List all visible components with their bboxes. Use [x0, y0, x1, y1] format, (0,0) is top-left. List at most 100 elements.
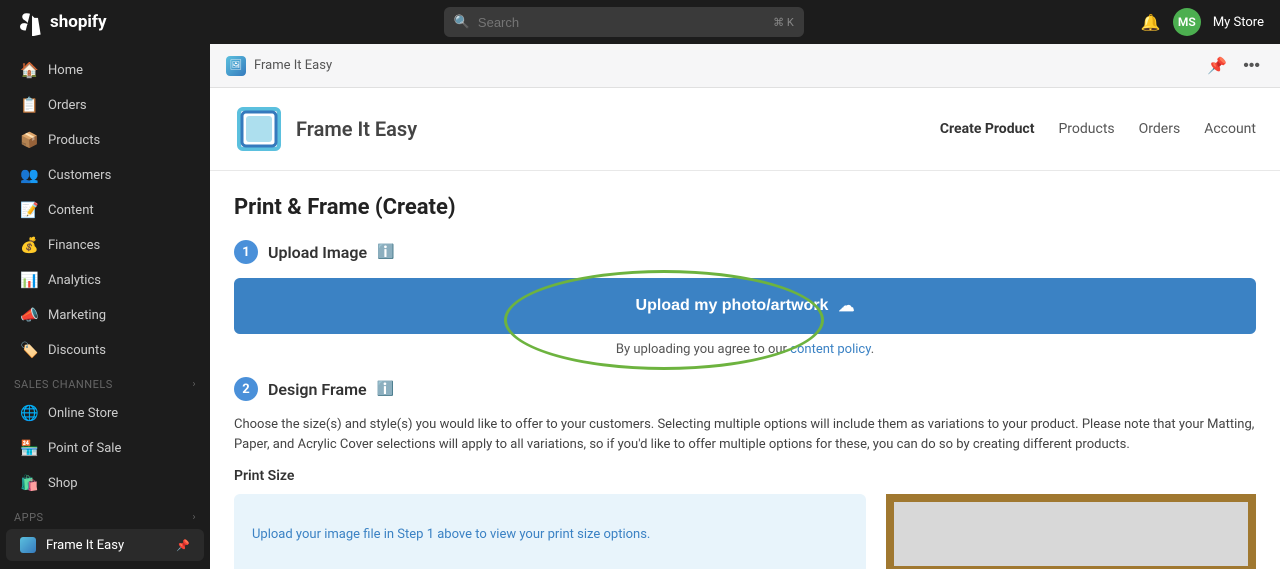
upload-section: Upload my photo/artwork ☁ By uploading y…: [234, 278, 1256, 357]
apps-section: Apps ›: [0, 501, 210, 528]
print-size-hint: Upload your image file in Step 1 above t…: [234, 494, 866, 569]
shopify-icon: [16, 8, 44, 36]
step1-number: 1: [234, 240, 258, 264]
step1-title: Upload Image: [268, 243, 367, 262]
step2-title: Design Frame: [268, 380, 367, 399]
home-icon: 🏠: [20, 61, 38, 79]
upload-note: By uploading you agree to our content po…: [234, 342, 1256, 357]
sidebar-item-point-of-sale-label: Point of Sale: [48, 441, 121, 456]
sales-channels-label: Sales channels: [14, 378, 113, 391]
pin-breadcrumb-button[interactable]: 📌: [1203, 52, 1231, 80]
sidebar-item-home[interactable]: 🏠 Home: [6, 53, 204, 87]
sidebar-item-online-store-label: Online Store: [48, 406, 118, 421]
discounts-icon: 🏷️: [20, 341, 38, 359]
upload-button-label: Upload my photo/artwork: [636, 297, 829, 315]
app-content: Print & Frame (Create) 1 Upload Image ℹ️…: [210, 171, 1280, 569]
search-icon: 🔍: [454, 15, 470, 30]
pin-icon[interactable]: 📌: [176, 539, 190, 552]
print-size-area: Upload your image file in Step 1 above t…: [234, 494, 1256, 569]
nav-orders[interactable]: Orders: [1139, 121, 1181, 137]
breadcrumb: 🖼 Frame It Easy: [226, 56, 332, 76]
sidebar-item-point-of-sale[interactable]: 🏪 Point of Sale: [6, 431, 204, 465]
main-layout: 🏠 Home 📋 Orders 📦 Products 👥 Customers 📝…: [0, 44, 1280, 569]
sidebar-item-marketing[interactable]: 📣 Marketing: [6, 298, 204, 332]
shopify-logo: shopify: [16, 8, 107, 36]
breadcrumb-app-name: Frame It Easy: [254, 58, 332, 73]
sidebar-item-customers[interactable]: 👥 Customers: [6, 158, 204, 192]
page-title: Print & Frame (Create): [234, 195, 1256, 220]
sidebar-item-marketing-label: Marketing: [48, 308, 106, 323]
sidebar-item-finances[interactable]: 💰 Finances: [6, 228, 204, 262]
shop-icon: 🛍️: [20, 474, 38, 492]
app-logo-svg: [234, 104, 284, 154]
notification-bell-icon[interactable]: 🔔: [1141, 13, 1161, 32]
sidebar-item-finances-label: Finances: [48, 238, 100, 253]
upload-cloud-icon: ☁: [838, 296, 854, 316]
sales-channels-section: Sales channels ›: [0, 368, 210, 395]
search-bar[interactable]: 🔍 ⌘ K: [444, 7, 804, 37]
expand-icon[interactable]: ›: [192, 379, 196, 390]
app-header: Frame It Easy Create Product Products Or…: [210, 88, 1280, 171]
analytics-icon: 📊: [20, 271, 38, 289]
content-icon: 📝: [20, 201, 38, 219]
design-frame-description: Choose the size(s) and style(s) you woul…: [234, 415, 1256, 454]
sidebar-item-products[interactable]: 📦 Products: [6, 123, 204, 157]
app-logo-text: Frame It Easy: [296, 117, 417, 141]
avatar[interactable]: MS: [1173, 8, 1201, 36]
app-nav: Create Product Products Orders Account: [940, 121, 1256, 137]
sidebar-item-discounts-label: Discounts: [48, 343, 106, 358]
step2-header: 2 Design Frame ℹ️: [234, 377, 1256, 401]
content-area: 🖼 Frame It Easy 📌 •••: [210, 44, 1280, 569]
breadcrumb-bar: 🖼 Frame It Easy 📌 •••: [210, 44, 1280, 88]
step1-header: 1 Upload Image ℹ️: [234, 240, 1256, 264]
apps-label: Apps: [14, 511, 44, 524]
marketing-icon: 📣: [20, 306, 38, 324]
search-input[interactable]: [478, 15, 765, 30]
frame-inner: [894, 502, 1248, 566]
app-frame: Frame It Easy Create Product Products Or…: [210, 88, 1280, 569]
step2-info-icon[interactable]: ℹ️: [377, 381, 394, 397]
orders-icon: 📋: [20, 96, 38, 114]
finances-icon: 💰: [20, 236, 38, 254]
topbar: shopify 🔍 ⌘ K 🔔 MS My Store: [0, 0, 1280, 44]
sidebar-item-home-label: Home: [48, 63, 83, 78]
print-size-label: Print Size: [234, 468, 1256, 484]
sidebar-item-frame-it-easy-label: Frame It Easy: [46, 538, 124, 553]
upload-button[interactable]: Upload my photo/artwork ☁: [234, 278, 1256, 334]
sidebar-item-analytics[interactable]: 📊 Analytics: [6, 263, 204, 297]
frame-preview: [886, 494, 1256, 569]
products-icon: 📦: [20, 131, 38, 149]
breadcrumb-actions: 📌 •••: [1203, 52, 1264, 80]
step2-number: 2: [234, 377, 258, 401]
sidebar-item-discounts[interactable]: 🏷️ Discounts: [6, 333, 204, 367]
sidebar-item-analytics-label: Analytics: [48, 273, 101, 288]
apps-expand-icon[interactable]: ›: [192, 512, 196, 523]
sidebar-item-orders-label: Orders: [48, 98, 87, 113]
frame-it-easy-icon: [20, 537, 36, 553]
sidebar-item-customers-label: Customers: [48, 168, 111, 183]
nav-products[interactable]: Products: [1058, 121, 1114, 137]
sidebar: 🏠 Home 📋 Orders 📦 Products 👥 Customers 📝…: [0, 44, 210, 569]
customers-icon: 👥: [20, 166, 38, 184]
online-store-icon: 🌐: [20, 404, 38, 422]
breadcrumb-app-icon: 🖼: [226, 56, 246, 76]
sidebar-item-content-label: Content: [48, 203, 94, 218]
step1-info-icon[interactable]: ℹ️: [377, 244, 394, 260]
more-options-button[interactable]: •••: [1239, 53, 1264, 79]
sidebar-item-online-store[interactable]: 🌐 Online Store: [6, 396, 204, 430]
sidebar-item-shop[interactable]: 🛍️ Shop: [6, 466, 204, 500]
shopify-text: shopify: [50, 12, 107, 32]
point-of-sale-icon: 🏪: [20, 439, 38, 457]
sidebar-item-frame-it-easy[interactable]: Frame It Easy 📌: [6, 529, 204, 561]
store-name: My Store: [1213, 15, 1264, 30]
sidebar-item-products-label: Products: [48, 133, 100, 148]
app-logo-area: Frame It Easy: [234, 104, 417, 154]
sidebar-item-orders[interactable]: 📋 Orders: [6, 88, 204, 122]
nav-create-product[interactable]: Create Product: [940, 121, 1035, 137]
keyboard-shortcut: ⌘ K: [773, 16, 794, 29]
content-policy-link[interactable]: content policy: [790, 342, 871, 357]
step2-section: 2 Design Frame ℹ️ Choose the size(s) and…: [234, 377, 1256, 569]
nav-account[interactable]: Account: [1204, 121, 1256, 137]
sidebar-item-shop-label: Shop: [48, 476, 78, 491]
sidebar-item-content[interactable]: 📝 Content: [6, 193, 204, 227]
